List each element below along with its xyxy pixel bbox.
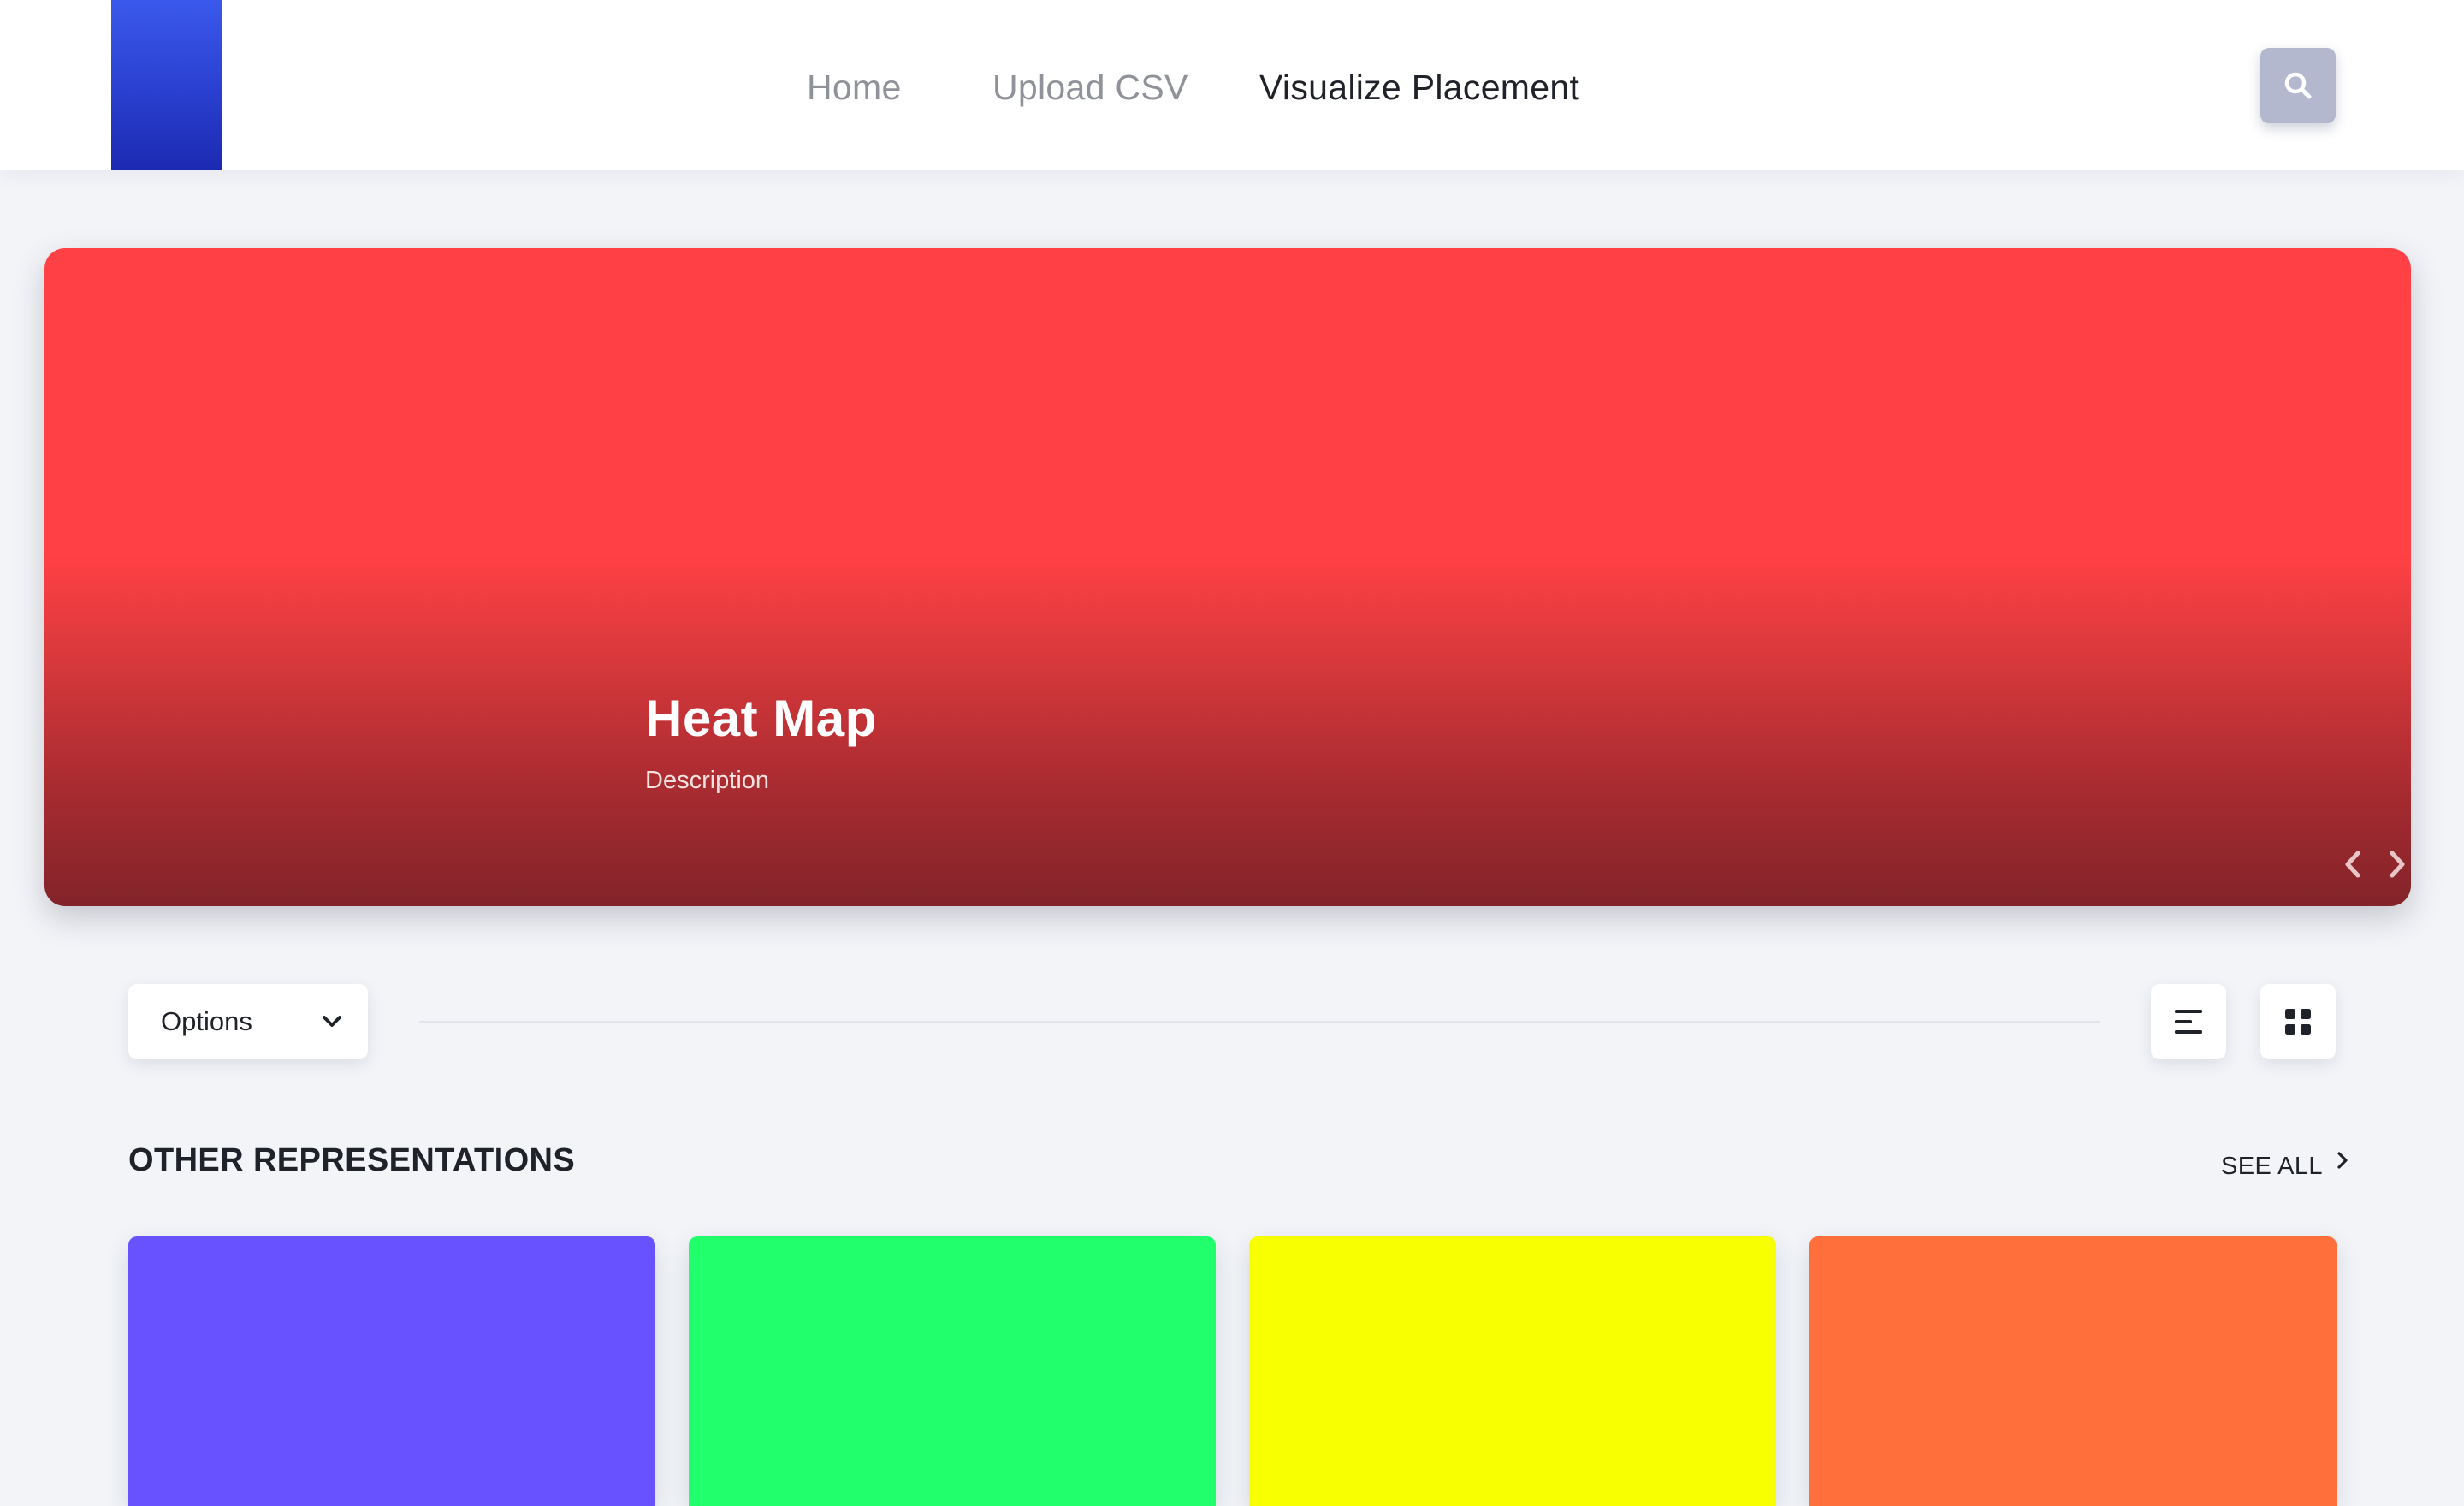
options-dropdown[interactable]: Options [128,984,368,1059]
chevron-right-icon [2390,851,2405,878]
grid-view-icon [2285,1009,2311,1035]
representation-card[interactable] [128,1236,655,1506]
representation-card[interactable] [1249,1236,1776,1506]
main-nav: Home Upload CSV Visualize Placement [0,0,2464,170]
top-header: Home Upload CSV Visualize Placement [0,0,2464,170]
grid-view-button[interactable] [2260,984,2336,1059]
hero-title: Heat Map [645,690,877,747]
hero-description: Description [645,767,770,794]
list-view-button[interactable] [2151,984,2226,1059]
search-icon [2284,72,2312,99]
representation-card[interactable] [1810,1236,2337,1506]
nav-item-home[interactable]: Home [807,63,902,111]
list-view-icon [2175,1010,2202,1034]
nav-item-upload-csv[interactable]: Upload CSV [992,63,1188,111]
options-label: Options [161,1006,252,1036]
hero-banner[interactable]: Heat Map Description [44,248,2411,906]
representation-card[interactable] [689,1236,1216,1506]
search-button[interactable] [2260,48,2336,123]
chevron-right-icon [2337,1152,2348,1169]
see-all-label: SEE ALL [2221,1152,2323,1180]
hero-next-button[interactable] [2378,845,2411,883]
chevron-down-icon [323,1016,341,1027]
section-title: OTHER REPRESENTATIONS [128,1142,576,1178]
nav-item-visualize-placement[interactable]: Visualize Placement [1259,63,1579,111]
toolbar-divider [419,1021,2100,1023]
see-all-link[interactable]: SEE ALL [2221,1151,2350,1182]
chevron-left-icon [2345,851,2360,878]
hero-prev-button[interactable] [2334,845,2372,883]
